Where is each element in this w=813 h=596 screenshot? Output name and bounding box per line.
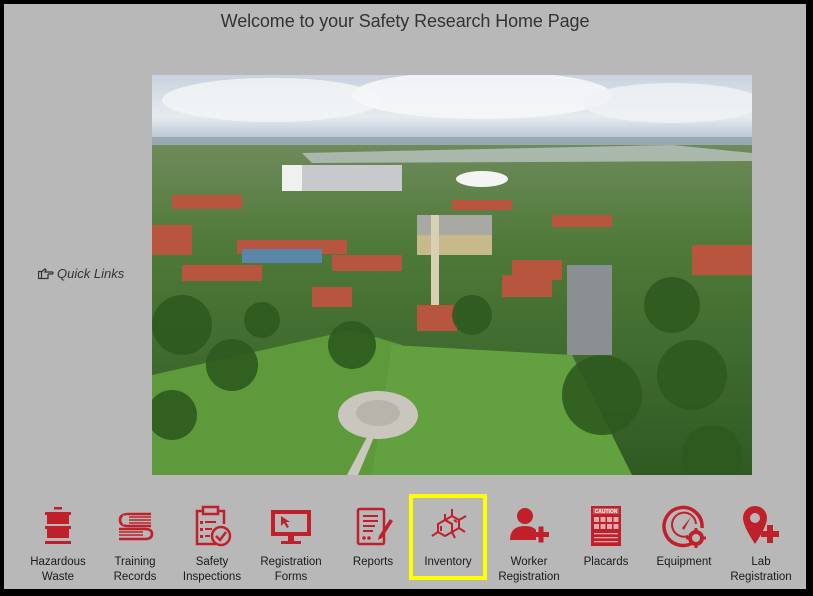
- quick-link-label: Worker Registration: [498, 556, 560, 583]
- clipboard-check-icon: [195, 505, 232, 547]
- hand-pointer-icon: [38, 267, 54, 279]
- quick-link-safety-inspections[interactable]: Safety Inspections: [173, 496, 251, 585]
- page-frame: Welcome to your Safety Research Home Pag…: [4, 4, 806, 589]
- report-pen-icon: [356, 507, 393, 546]
- molecule-icon: [431, 509, 467, 539]
- quick-link-equipment[interactable]: Equipment: [645, 496, 723, 570]
- quick-link-label: Placards: [583, 556, 629, 568]
- quick-links-label: Quick Links: [57, 266, 125, 281]
- quick-link-worker-registration[interactable]: Worker Registration: [490, 496, 568, 585]
- quick-link-label: Training Records: [113, 556, 157, 583]
- quick-link-lab-registration[interactable]: Lab Registration: [722, 496, 800, 585]
- quick-links-heading: Quick Links: [38, 266, 124, 281]
- user-plus-icon: [510, 508, 549, 543]
- hero-image: [152, 75, 752, 475]
- svg-text:CAUTION: CAUTION: [595, 509, 618, 515]
- quick-link-registration-forms[interactable]: Registration Forms: [252, 496, 330, 585]
- page-title: Welcome to your Safety Research Home Pag…: [220, 11, 590, 31]
- quick-link-label: Lab Registration: [730, 556, 792, 583]
- quick-links-bar: Hazardous Waste Training Records Safety …: [16, 494, 806, 588]
- gauge-gear-icon: [662, 505, 706, 548]
- caution-placard-icon: CAUTION: [591, 506, 621, 546]
- quick-link-reports[interactable]: Reports: [334, 496, 412, 570]
- waste-barrel-icon: [45, 507, 71, 544]
- quick-link-label: Registration Forms: [260, 556, 322, 583]
- quick-link-label: Inventory: [424, 556, 472, 568]
- quick-link-placards[interactable]: CAUTION Placards: [567, 496, 645, 570]
- quick-link-hazardous-waste[interactable]: Hazardous Waste: [19, 496, 97, 585]
- quick-link-label: Safety Inspections: [182, 556, 242, 583]
- quick-link-label: Reports: [352, 556, 394, 568]
- monitor-cursor-icon: [271, 510, 311, 544]
- quick-link-label: Hazardous Waste: [30, 556, 86, 583]
- books-icon: [118, 512, 154, 541]
- quick-link-inventory[interactable]: Inventory: [409, 494, 487, 580]
- quick-link-training-records[interactable]: Training Records: [96, 496, 174, 585]
- quick-link-label: Equipment: [656, 556, 712, 568]
- location-plus-icon: [743, 506, 779, 544]
